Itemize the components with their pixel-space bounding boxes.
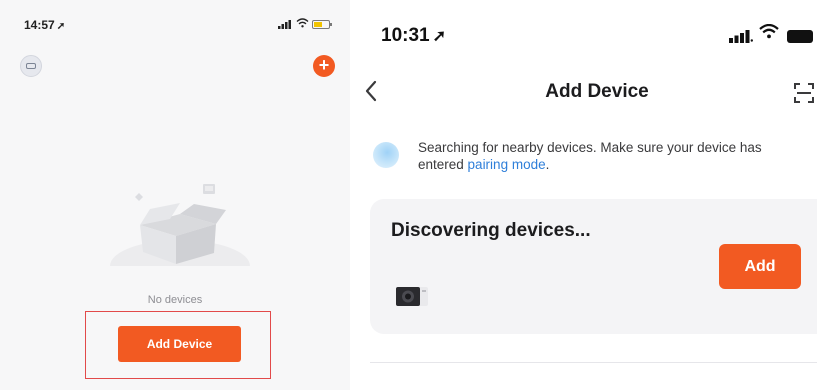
status-time-text: 14:57 bbox=[24, 18, 55, 32]
location-arrow-icon: ➚ bbox=[432, 28, 447, 45]
status-time: 10:31 ➚ bbox=[381, 25, 446, 47]
empty-box-illustration bbox=[108, 184, 252, 290]
discovering-card: Discovering devices... Add bbox=[370, 199, 817, 334]
search-message: Searching for nearby devices. Make sure … bbox=[418, 139, 808, 173]
scan-icon[interactable] bbox=[793, 82, 815, 104]
location-arrow-icon: ➚ bbox=[56, 21, 66, 32]
page-title: Add Device bbox=[545, 81, 649, 102]
wifi-icon bbox=[759, 24, 779, 39]
divider bbox=[370, 362, 817, 363]
device-thumbnail-icon bbox=[396, 287, 428, 306]
search-message-end: . bbox=[545, 157, 550, 172]
plus-icon[interactable]: + bbox=[313, 55, 335, 77]
signal-icon bbox=[278, 20, 291, 29]
status-bar: 14:57 ➚ bbox=[0, 0, 350, 44]
discovering-title: Discovering devices... bbox=[391, 220, 591, 241]
signal-icon bbox=[729, 30, 753, 43]
add-device-button[interactable]: Add Device bbox=[118, 326, 241, 362]
search-dot-icon bbox=[373, 142, 399, 168]
status-time-text: 10:31 bbox=[381, 25, 430, 46]
battery-icon bbox=[312, 20, 332, 29]
pairing-mode-link[interactable]: pairing mode bbox=[468, 157, 546, 172]
add-device-screen: 10:31 ➚ Add Device Searching for nearby d… bbox=[357, 0, 817, 390]
wifi-icon bbox=[296, 18, 309, 28]
empty-state-text: No devices bbox=[147, 294, 203, 306]
battery-icon bbox=[787, 30, 813, 43]
avatar-icon[interactable] bbox=[20, 55, 42, 77]
home-screen: 14:57 ➚ + No devices Add Device bbox=[0, 0, 350, 390]
add-button[interactable]: Add bbox=[719, 244, 801, 289]
status-time: 14:57 ➚ bbox=[24, 18, 65, 32]
